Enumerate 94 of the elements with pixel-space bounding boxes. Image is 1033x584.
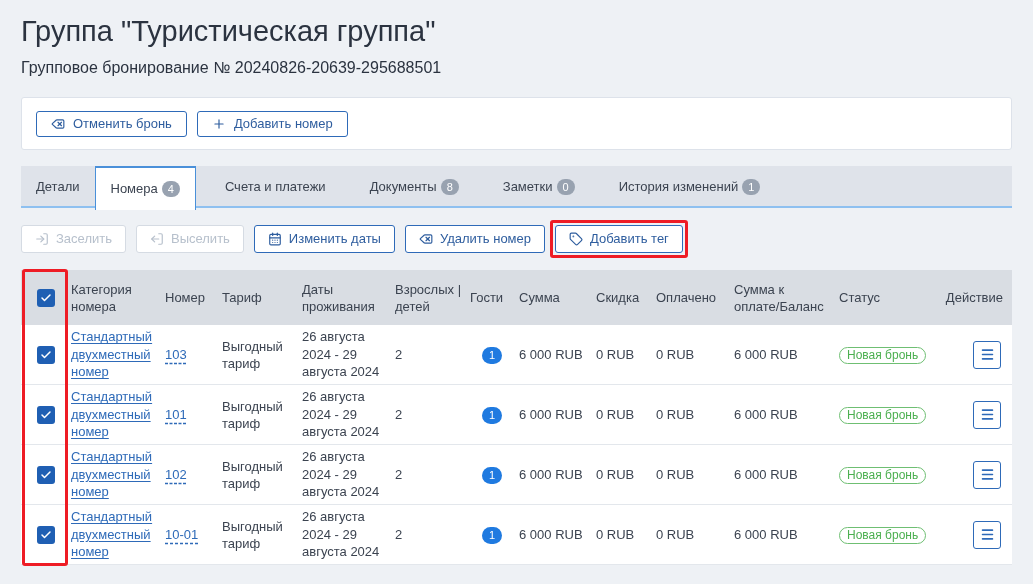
- plus-icon: [211, 116, 226, 131]
- toolbar-button[interactable]: Добавить тег: [555, 225, 683, 253]
- menu-icon: [979, 347, 995, 362]
- table-cell-text: 6 000 RUB: [519, 405, 584, 424]
- column-header: Взрослых | детей: [395, 280, 462, 315]
- column-header: Сумма: [519, 289, 561, 306]
- table-cell-text: 26 августа 2024 - 29 августа 2024: [302, 388, 381, 441]
- backspace-icon: [418, 232, 433, 246]
- table-cell-text: 0 RUB: [596, 405, 636, 424]
- action-button[interactable]: Добавить номер: [196, 110, 348, 137]
- column-header: Тариф: [222, 289, 263, 306]
- count-badge: 8: [440, 179, 459, 195]
- table-cell-text: 6 000 RUB: [734, 465, 799, 484]
- tab[interactable]: Номера 4: [94, 166, 196, 210]
- table-cell-text: 0 RUB: [656, 405, 696, 424]
- toolbar-button[interactable]: Удалить номер: [404, 225, 545, 253]
- tab[interactable]: Счета и платежи: [209, 166, 341, 208]
- room-number-link[interactable]: 10-01: [165, 526, 199, 542]
- tab[interactable]: Детали: [21, 166, 95, 208]
- table-cell-text: 2: [395, 465, 404, 484]
- column-header: Гости: [470, 289, 505, 306]
- check-icon: [40, 408, 52, 421]
- table-cell-text: 6 000 RUB: [734, 525, 799, 544]
- category-link[interactable]: Стандартный двухместный номер: [71, 388, 165, 441]
- tab[interactable]: Заметки 0: [487, 166, 590, 208]
- table-cell-text: 0 RUB: [596, 345, 636, 364]
- count-badge: 0: [556, 179, 575, 195]
- menu-button[interactable]: [973, 460, 1001, 489]
- guest-count-badge: 1: [482, 406, 503, 424]
- tab[interactable]: Документы 8: [354, 166, 474, 208]
- table-cell-text: 0 RUB: [596, 525, 636, 544]
- category-link[interactable]: Стандартный двухместный номер: [71, 328, 165, 381]
- table-cell-text: Выгодный тариф: [222, 517, 284, 552]
- table-cell-text: 26 августа 2024 - 29 августа 2024: [302, 508, 381, 561]
- checkbox[interactable]: [37, 345, 55, 364]
- backspace-icon: [51, 116, 65, 131]
- table-cell-text: 2: [395, 525, 404, 544]
- room-number-link[interactable]: 103: [165, 346, 187, 362]
- checkbox[interactable]: [37, 465, 55, 484]
- guest-count-badge: 1: [482, 466, 503, 484]
- action-button[interactable]: Отменить бронь: [36, 110, 187, 137]
- logout-icon: [149, 232, 164, 246]
- toolbar-button[interactable]: Изменить даты: [253, 225, 395, 253]
- room-number-link[interactable]: 102: [165, 466, 187, 482]
- table-cell-text: 6 000 RUB: [734, 405, 799, 424]
- checkbox[interactable]: [37, 405, 55, 424]
- check-icon: [40, 348, 52, 361]
- menu-icon: [979, 467, 995, 482]
- menu-button[interactable]: [973, 340, 1001, 369]
- menu-icon: [979, 407, 995, 422]
- column-header: Даты проживания: [302, 280, 376, 315]
- checkbox[interactable]: [37, 525, 55, 544]
- table-cell-text: 2: [395, 345, 404, 364]
- table-cell-text: Выгодный тариф: [222, 457, 284, 492]
- menu-icon: [979, 527, 995, 542]
- menu-button[interactable]: [973, 400, 1001, 429]
- category-link[interactable]: Стандартный двухместный номер: [71, 508, 165, 561]
- table-cell-text: 6 000 RUB: [519, 525, 584, 544]
- check-icon: [40, 528, 52, 541]
- table-cell-text: Выгодный тариф: [222, 337, 284, 372]
- table-cell-text: 0 RUB: [656, 345, 696, 364]
- menu-button[interactable]: [973, 520, 1001, 549]
- table-cell-text: 2: [395, 405, 404, 424]
- table-cell-text: 26 августа 2024 - 29 августа 2024: [302, 448, 381, 501]
- tag-icon: [569, 232, 583, 246]
- table-cell-text: 6 000 RUB: [519, 345, 584, 364]
- category-link[interactable]: Стандартный двухместный номер: [71, 448, 165, 501]
- table-cell-text: 6 000 RUB: [734, 345, 799, 364]
- table-cell-text: 26 августа 2024 - 29 августа 2024: [302, 328, 381, 381]
- table-cell-text: 0 RUB: [656, 465, 696, 484]
- login-icon: [35, 232, 49, 246]
- count-badge: 4: [161, 181, 180, 197]
- column-header: Номер: [165, 289, 206, 306]
- page-title: Группа "Туристическая группа": [21, 14, 437, 49]
- table-cell-text: Выгодный тариф: [222, 397, 284, 432]
- count-badge: 1: [742, 179, 761, 195]
- page-subtitle: Групповое бронирование № 20240826-20639-295688501: [21, 58, 443, 78]
- column-header: Сумма к оплате/Баланс: [734, 280, 825, 315]
- room-number-link[interactable]: 101: [165, 406, 187, 422]
- guest-count-badge: 1: [482, 526, 503, 544]
- column-header: Скидка: [596, 289, 641, 306]
- guest-count-badge: 1: [482, 346, 503, 364]
- column-header: Оплачено: [656, 289, 718, 306]
- column-header: Статус: [839, 289, 882, 306]
- table-cell-text: 0 RUB: [596, 465, 636, 484]
- check-icon: [40, 291, 52, 304]
- column-header: Категория номера: [71, 280, 133, 315]
- tab[interactable]: История изменений 1: [603, 166, 776, 208]
- column-header: Действие: [944, 289, 1004, 306]
- table-cell-text: 0 RUB: [656, 525, 696, 544]
- check-icon: [40, 468, 52, 481]
- table-cell-text: 6 000 RUB: [519, 465, 584, 484]
- checkbox[interactable]: [37, 288, 55, 307]
- calendar-icon: [267, 232, 282, 246]
